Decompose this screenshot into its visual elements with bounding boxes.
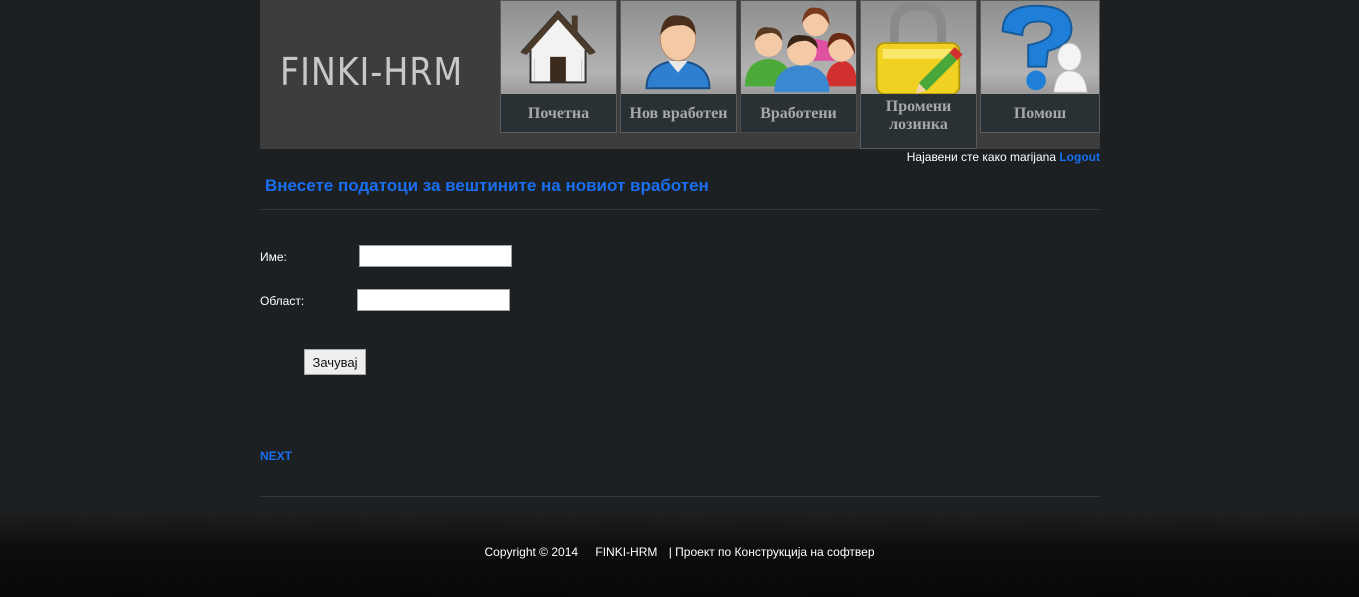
next-link[interactable]: NEXT [260, 449, 292, 463]
nav-employees[interactable]: Вработени [740, 0, 857, 133]
page-title: Внесете податоци за вештините на новиот … [265, 176, 709, 195]
nav-help[interactable]: Помош [980, 0, 1100, 133]
page-wrapper: FINKI-HRM Почетна Нов вработен Вработени… [260, 0, 1100, 513]
nav-new-employee-label: Нов вработен [621, 94, 736, 132]
divider-top [260, 209, 1100, 210]
name-input[interactable] [359, 245, 512, 267]
footer-app-name: FINKI-HRM [595, 545, 658, 559]
header-banner: FINKI-HRM Почетна Нов вработен Вработени… [260, 0, 1100, 149]
house-icon [520, 10, 596, 84]
lock-edit-icon [875, 1, 963, 94]
logout-link[interactable]: Logout [1059, 150, 1100, 164]
nav-employees-label: Вработени [741, 94, 856, 132]
save-button[interactable]: Зачувај [304, 349, 366, 375]
footer-text: Copyright © 2014 FINKI-HRM | Проект по К… [0, 545, 1359, 559]
footer-project-text: | Проект по Конструкција на софтвер [668, 545, 875, 559]
area-input[interactable] [357, 289, 510, 311]
nav-help-label: Помош [981, 94, 1099, 132]
nav-home-label: Почетна [501, 94, 616, 132]
footer: Copyright © 2014 FINKI-HRM | Проект по К… [0, 513, 1359, 597]
nav-new-employee[interactable]: Нов вработен [620, 0, 737, 133]
site-logo: FINKI-HRM [280, 50, 464, 94]
user-status: Најавени сте како marijana Logout [907, 150, 1100, 164]
help-question-icon [1001, 4, 1088, 93]
nav-home[interactable]: Почетна [500, 0, 617, 133]
logged-in-text: Најавени сте како marijana [906, 150, 1056, 164]
area-label: Област: [260, 294, 305, 308]
nav-change-password-label: Промени лозинка [861, 94, 976, 148]
new-employee-icon [645, 15, 711, 90]
copyright-text: Copyright © 2014 [484, 545, 579, 559]
name-label: Име: [260, 250, 287, 264]
nav-change-password[interactable]: Промени лозинка [860, 0, 977, 149]
employees-group-icon [744, 7, 856, 93]
divider-bottom [260, 496, 1100, 497]
